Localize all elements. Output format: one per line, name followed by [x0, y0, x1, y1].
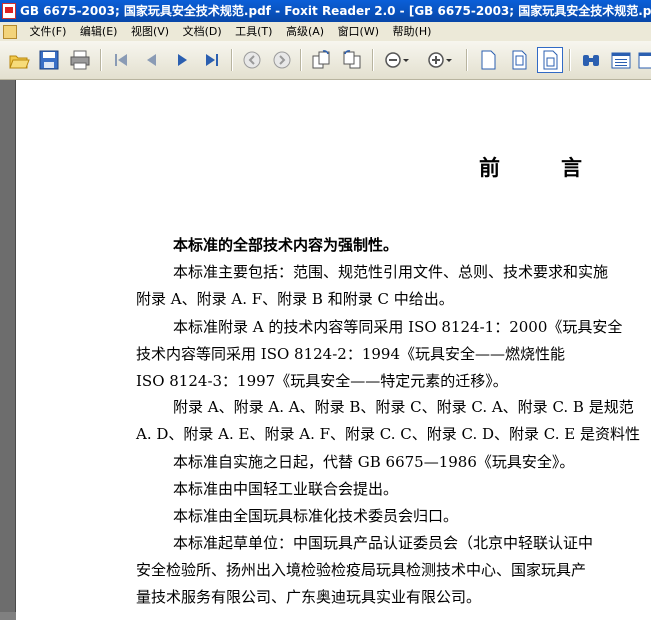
zoom-in-dropdown-icon[interactable]	[443, 48, 455, 72]
back-icon[interactable]	[240, 48, 264, 72]
foxit-app-icon	[2, 3, 16, 19]
menu-help[interactable]: 帮助(H)	[388, 22, 437, 41]
rotate-ccw-icon[interactable]	[340, 48, 364, 72]
print-icon[interactable]	[68, 48, 92, 72]
menu-edit[interactable]: 编辑(E)	[75, 22, 123, 41]
last-page-icon[interactable]	[200, 48, 224, 72]
save-icon[interactable]	[37, 48, 61, 72]
toolbar	[0, 41, 651, 80]
continuous-icon[interactable]	[507, 48, 531, 72]
menu-bar: 文件(F) 编辑(E) 视图(V) 文档(D) 工具(T) 高级(A) 窗口(W…	[0, 22, 651, 41]
doc-line: 安全检验所、扬州出入境检验检疫局玩具检测技术中心、国家玩具产	[136, 561, 587, 579]
single-page-icon[interactable]	[476, 48, 500, 72]
menu-window[interactable]: 窗口(W)	[333, 22, 384, 41]
navigation-panel-edge[interactable]	[0, 80, 16, 612]
find-icon[interactable]	[579, 48, 603, 72]
doc-title-char-1: 前	[479, 156, 500, 180]
toolbar-separator	[569, 49, 571, 71]
toolbar-separator	[466, 49, 468, 71]
window-title: GB 6675-2003; 国家玩具安全技术规范.pdf - Foxit Rea…	[20, 4, 651, 18]
doc-line: 本标准由全国玩具标准化技术委员会归口。	[173, 507, 459, 525]
menu-tools[interactable]: 工具(T)	[230, 22, 277, 41]
first-page-icon[interactable]	[109, 48, 133, 72]
prev-page-icon[interactable]	[140, 48, 164, 72]
zoom-out-dropdown-icon[interactable]	[400, 48, 412, 72]
doc-line: 本标准起草单位：中国玩具产品认证委员会（北京中轻联认证中	[173, 534, 594, 552]
bookmarks-icon[interactable]	[609, 48, 633, 72]
menu-advanced[interactable]: 高级(A)	[281, 22, 329, 41]
facing-icon[interactable]	[537, 47, 563, 73]
toolbar-separator	[372, 49, 374, 71]
doc-title-char-2: 言	[561, 156, 582, 180]
window-titlebar[interactable]: GB 6675-2003; 国家玩具安全技术规范.pdf - Foxit Rea…	[0, 0, 651, 22]
pdf-page: 前 言 本标准的全部技术内容为强制性。 本标准主要包括：范围、规范性引用文件、总…	[16, 80, 651, 620]
rotate-cw-icon[interactable]	[309, 48, 333, 72]
document-menu-icon[interactable]	[3, 25, 17, 39]
toolbar-separator	[100, 49, 102, 71]
menu-view[interactable]: 视图(V)	[126, 22, 174, 41]
doc-line: 量技术服务有限公司、广东奥迪玩具实业有限公司。	[136, 588, 482, 606]
toolbar-separator	[300, 49, 302, 71]
next-page-icon[interactable]	[170, 48, 194, 72]
doc-line: ISO 8124-3：1997《玩具安全——特定元素的迁移》。	[136, 372, 508, 390]
doc-line: 技术内容等同采用 ISO 8124-2：1994《玩具安全——燃烧性能	[136, 345, 565, 363]
doc-line: 附录 A、附录 A. A、附录 B、附录 C、附录 C. A、附录 C. B 是…	[173, 398, 634, 416]
doc-line: A. D、附录 A. E、附录 A. F、附录 C. C、附录 C. D、附录 …	[136, 425, 640, 443]
forward-icon[interactable]	[270, 48, 294, 72]
doc-line: 本标准附录 A 的技术内容等同采用 ISO 8124-1：2000《玩具安全	[173, 318, 623, 336]
doc-line: 本标准的全部技术内容为强制性。	[173, 236, 399, 254]
menu-file[interactable]: 文件(F)	[25, 22, 72, 41]
doc-line: 本标准主要包括：范围、规范性引用文件、总则、技术要求和实施	[173, 263, 609, 281]
doc-line: 本标准由中国轻工业联合会提出。	[173, 480, 399, 498]
thumbnails-icon[interactable]	[636, 48, 651, 72]
doc-line: 本标准自实施之日起，代替 GB 6675—1986《玩具安全》。	[173, 453, 575, 471]
doc-line: 附录 A、附录 A. F、附录 B 和附录 C 中给出。	[136, 290, 454, 308]
menu-document[interactable]: 文档(D)	[178, 22, 227, 41]
toolbar-separator	[231, 49, 233, 71]
open-icon[interactable]	[7, 48, 31, 72]
